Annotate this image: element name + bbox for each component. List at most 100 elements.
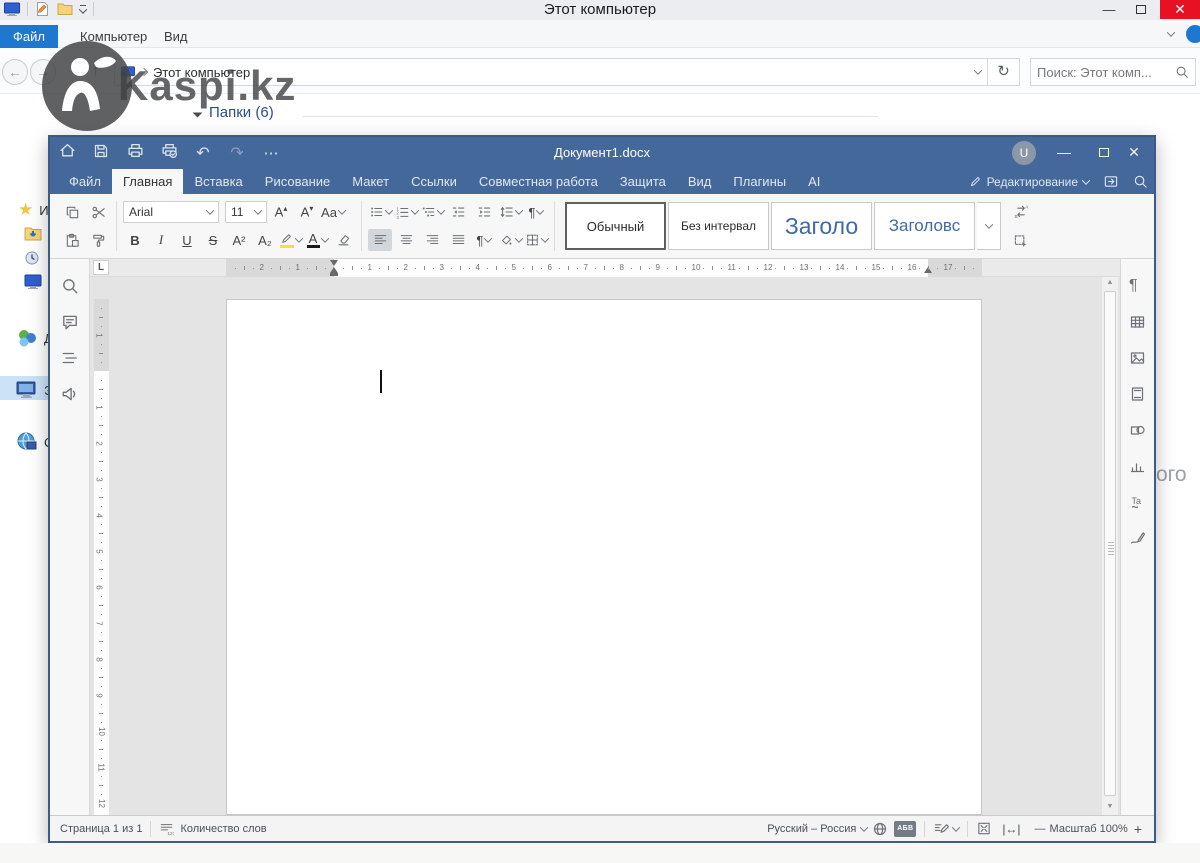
search-icon[interactable] (1133, 174, 1148, 189)
tab-draw[interactable]: Рисование (254, 169, 341, 194)
align-justify-button[interactable] (446, 229, 470, 251)
tab-plugins[interactable]: Плагины (722, 169, 797, 194)
shrink-font-button[interactable]: A▾ (295, 201, 319, 223)
document-page[interactable] (226, 299, 982, 815)
strikethrough-button[interactable]: S (201, 229, 225, 251)
subscript-button[interactable]: A₂ (253, 229, 277, 251)
globe-icon[interactable] (872, 821, 888, 837)
sidebar-item-recent-places[interactable] (24, 250, 42, 266)
tab-collaboration[interactable]: Совместная работа (468, 169, 609, 194)
folders-group-header[interactable]: Папки (6) (194, 104, 274, 121)
scroll-up-icon[interactable]: ▲ (1102, 277, 1118, 289)
increase-indent-button[interactable] (472, 201, 496, 223)
fit-width-icon[interactable]: |↔| (1002, 822, 1020, 836)
tab-view[interactable]: Вид (677, 169, 723, 194)
font-family-select[interactable]: Arial (123, 201, 219, 223)
align-center-button[interactable] (394, 229, 418, 251)
horizontal-ruler[interactable]: 211234567891011121314151617 (226, 259, 982, 277)
style-gallery-expand-button[interactable] (977, 202, 1001, 250)
navigation-panel-button[interactable] (61, 349, 79, 372)
signature-settings-button[interactable] (1129, 530, 1146, 551)
nonprinting-chars-button[interactable]: ¶ (472, 229, 496, 251)
explorer-close-button[interactable]: ✕ (1160, 0, 1200, 19)
align-right-button[interactable] (420, 229, 444, 251)
open-file-location-icon[interactable] (1103, 174, 1119, 189)
numbered-list-button[interactable]: 123 (394, 201, 418, 223)
style-heading2[interactable]: Заголовс (874, 202, 975, 250)
find-panel-button[interactable] (61, 277, 79, 300)
explorer-view-tab[interactable]: Вид (164, 29, 188, 44)
explorer-maximize-button[interactable] (1126, 0, 1156, 19)
find-replace-button[interactable]: AB (1009, 200, 1033, 222)
italic-button[interactable]: I (149, 229, 173, 251)
tab-references[interactable]: Ссылки (400, 169, 468, 194)
header-footer-settings-button[interactable] (1129, 386, 1146, 407)
paste-button[interactable] (60, 229, 84, 251)
tab-layout[interactable]: Макет (341, 169, 400, 194)
spellcheck-toggle[interactable]: АБВ (894, 821, 916, 837)
vertical-scrollbar[interactable]: ▲ ▼ (1102, 277, 1118, 815)
tab-insert[interactable]: Вставка (183, 169, 253, 194)
zoom-out-button[interactable]: — (1035, 823, 1046, 835)
back-button[interactable]: ← (2, 59, 28, 85)
zoom-in-button[interactable]: + (1134, 821, 1142, 837)
vertical-ruler[interactable]: 1123456789101112 (94, 299, 109, 815)
change-case-button[interactable]: Aa (321, 201, 345, 223)
sidebar-item-desktop[interactable] (24, 274, 42, 290)
first-line-indent-marker[interactable] (330, 260, 338, 266)
user-avatar[interactable]: U (1012, 141, 1036, 165)
text-art-settings-button[interactable]: Ta (1129, 494, 1146, 515)
explorer-computer-tab[interactable]: Компьютер (80, 29, 147, 44)
font-size-select[interactable]: 11 (225, 201, 267, 223)
superscript-button[interactable]: A² (227, 229, 251, 251)
multilevel-list-button[interactable] (420, 201, 444, 223)
paragraph-settings-button[interactable]: ¶ (1129, 277, 1138, 295)
font-color-button[interactable]: А (305, 229, 329, 251)
tab-home[interactable]: Главная (112, 169, 183, 194)
tab-protection[interactable]: Защита (609, 169, 677, 194)
image-settings-button[interactable] (1129, 350, 1146, 371)
word-count-label[interactable]: Количество слов (180, 823, 266, 835)
search-icon[interactable] (1175, 65, 1189, 79)
refresh-button[interactable]: ↻ (988, 58, 1020, 86)
chart-settings-button[interactable] (1129, 458, 1146, 479)
decrease-indent-button[interactable] (446, 201, 470, 223)
paragraph-direction-button[interactable]: ¶ (524, 201, 548, 223)
page-indicator[interactable]: Страница 1 из 1 (60, 823, 142, 835)
language-selector[interactable]: Русский – Россия (767, 821, 888, 837)
table-settings-button[interactable] (1129, 314, 1146, 335)
explorer-file-tab[interactable]: Файл (0, 25, 58, 48)
fit-page-icon[interactable] (976, 821, 992, 836)
scrollbar-thumb[interactable] (1104, 291, 1116, 796)
scroll-down-icon[interactable]: ▼ (1102, 801, 1118, 813)
group-collapse-icon[interactable] (193, 108, 203, 118)
breadcrumb[interactable]: Этот компьютер (153, 65, 250, 80)
underline-button[interactable]: U (175, 229, 199, 251)
style-no-spacing[interactable]: Без интервал (668, 202, 769, 250)
forward-button[interactable]: → (30, 59, 56, 85)
clear-formatting-button[interactable] (331, 229, 355, 251)
tab-ai[interactable]: AI (797, 169, 831, 194)
editor-close-button[interactable]: ✕ (1114, 137, 1154, 169)
address-dropdown-icon[interactable] (974, 66, 982, 74)
copy-button[interactable] (60, 201, 84, 223)
sidebar-item-downloads[interactable] (24, 226, 42, 242)
mode-selector[interactable]: Редактирование (969, 175, 1089, 189)
select-all-button[interactable] (1009, 230, 1033, 252)
track-changes-button[interactable] (933, 821, 959, 836)
highlight-color-button[interactable] (279, 229, 303, 251)
format-painter-button[interactable] (86, 229, 110, 251)
left-indent-marker[interactable] (330, 273, 338, 276)
bullet-list-button[interactable] (368, 201, 392, 223)
ribbon-expand-icon[interactable] (1167, 28, 1175, 36)
help-icon[interactable] (1186, 25, 1200, 43)
search-input[interactable]: Поиск: Этот комп... (1030, 58, 1196, 86)
grow-font-button[interactable]: A▴ (269, 201, 293, 223)
shape-settings-button[interactable] (1129, 422, 1146, 443)
style-normal[interactable]: Обычный (565, 202, 666, 250)
address-bar[interactable]: Этот компьютер (114, 58, 988, 86)
editor-minimize-button[interactable]: — (1044, 137, 1084, 169)
comments-panel-button[interactable] (61, 313, 79, 336)
tab-stop-selector[interactable]: L (93, 260, 109, 275)
up-button[interactable]: ↑ (92, 62, 100, 79)
